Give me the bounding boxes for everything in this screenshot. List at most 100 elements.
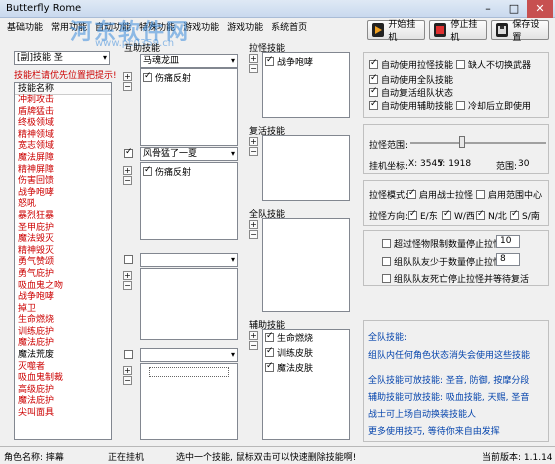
- skill-list-item[interactable]: 精神屏障: [15, 165, 111, 177]
- close-button[interactable]: ✕: [527, 0, 553, 18]
- team-skill-list[interactable]: [262, 218, 350, 312]
- checkbox[interactable]: [407, 188, 416, 199]
- skill-list-item[interactable]: 战争咆哮: [15, 292, 111, 304]
- aux-skill-item[interactable]: 魔法皮肤: [263, 360, 349, 375]
- pull-mode-center[interactable]: 启用范围中心: [476, 188, 542, 201]
- auto-revive-option[interactable]: 自动复活组队状态: [369, 86, 453, 99]
- aux-skill-list[interactable]: 生命燃烧 训练皮肤 魔法皮肤: [262, 329, 350, 440]
- aux-skill-item[interactable]: 生命燃烧: [263, 330, 349, 345]
- pull-remove[interactable]: −: [249, 64, 258, 73]
- limit-monsters[interactable]: 超过怪物限制数量停止拉怪: [382, 237, 502, 250]
- skill-list-item[interactable]: 尖叫面具: [15, 408, 111, 420]
- skill-list-item[interactable]: 灭噬者: [15, 362, 111, 374]
- aux-skill-item[interactable]: 训练皮肤: [263, 345, 349, 360]
- dir-east[interactable]: E/东: [408, 209, 438, 222]
- skill-filter-select[interactable]: [副]技能 圣: [14, 51, 110, 65]
- skill-list-item[interactable]: 精神领域: [15, 130, 111, 142]
- dir-south[interactable]: S/南: [510, 209, 540, 222]
- limit-team-input[interactable]: 8: [496, 253, 520, 266]
- aux-remove[interactable]: −: [249, 341, 258, 350]
- combo-list-1[interactable]: 伤痛反射: [140, 68, 238, 146]
- skill-list-item[interactable]: 勇气赞颂: [15, 257, 111, 269]
- combo-item-1[interactable]: 伤痛反射: [141, 69, 237, 86]
- skill-list-item[interactable]: 魔法庇护: [15, 396, 111, 408]
- skill-list-item[interactable]: 吸血鬼制裁: [15, 373, 111, 385]
- start-button[interactable]: 开始挂机: [367, 20, 425, 43]
- skill-list-item[interactable]: 勇气庇护: [15, 269, 111, 281]
- checkbox[interactable]: [382, 257, 391, 266]
- skill-list-item[interactable]: 魔法庇护: [15, 338, 111, 350]
- dir-west[interactable]: W/西: [442, 209, 475, 222]
- save-button[interactable]: 保存设置: [491, 20, 549, 43]
- revive-add[interactable]: +: [249, 137, 258, 146]
- skill-list-item[interactable]: 魔法毁灭: [15, 234, 111, 246]
- combo-add-3[interactable]: +: [123, 271, 132, 280]
- checkbox[interactable]: [265, 55, 274, 66]
- combo-list-4[interactable]: [140, 363, 238, 440]
- limit-team[interactable]: 组队队友少于数量停止拉怪: [382, 255, 502, 268]
- limit-monsters-input[interactable]: 10: [496, 235, 520, 248]
- pull-skill-item[interactable]: 战争咆哮: [263, 53, 349, 70]
- checkbox[interactable]: [265, 331, 274, 342]
- combo-remove-4[interactable]: −: [123, 376, 132, 385]
- skill-list-item[interactable]: 掉卫: [15, 304, 111, 316]
- checkbox[interactable]: [382, 239, 391, 248]
- aux-add[interactable]: +: [249, 331, 258, 340]
- skill-list-item[interactable]: 怒吼: [15, 199, 111, 211]
- combo-add-2[interactable]: +: [123, 166, 132, 175]
- auto-pull-option[interactable]: 自动使用拉怪技能: [369, 58, 453, 71]
- checkbox[interactable]: [369, 99, 378, 110]
- no-switch-option[interactable]: 缺人不切换武器: [456, 58, 531, 71]
- maximize-button[interactable]: □: [501, 0, 527, 18]
- combo-select-1[interactable]: 马魂龙皿: [140, 54, 238, 68]
- checkbox[interactable]: [265, 346, 274, 357]
- skill-list-item[interactable]: 宽志领域: [15, 141, 111, 153]
- auto-team-option[interactable]: 自动使用全队技能: [369, 73, 453, 86]
- menu-item-basic[interactable]: 基础功能: [6, 20, 44, 33]
- team-add[interactable]: +: [249, 220, 258, 229]
- stop-button[interactable]: 停止挂机: [429, 20, 487, 43]
- skill-list-item[interactable]: 高级庇护: [15, 385, 111, 397]
- checkbox[interactable]: [456, 60, 465, 69]
- menu-item-home[interactable]: 系统首页: [270, 20, 308, 33]
- skill-list-item[interactable]: 战争咆哮: [15, 188, 111, 200]
- checkbox[interactable]: [408, 209, 417, 220]
- combo-select-3[interactable]: [140, 253, 238, 267]
- checkbox[interactable]: [369, 58, 378, 69]
- skill-list-item[interactable]: 圣甲庇护: [15, 223, 111, 235]
- checkbox[interactable]: [442, 209, 451, 220]
- combo-remove-3[interactable]: −: [123, 281, 132, 290]
- pull-mode-warrior[interactable]: 启用战士拉怪: [407, 188, 473, 201]
- skill-list-item[interactable]: 魔法荒废: [15, 350, 111, 362]
- checkbox[interactable]: [265, 361, 274, 372]
- minimize-button[interactable]: –: [475, 0, 501, 18]
- checkbox[interactable]: [456, 101, 465, 110]
- checkbox[interactable]: [369, 73, 378, 84]
- combo-check-2[interactable]: [124, 147, 133, 159]
- combo-list-3[interactable]: [140, 268, 238, 340]
- checkbox[interactable]: [476, 209, 485, 220]
- combo-add-1[interactable]: +: [123, 72, 132, 81]
- range-slider-thumb[interactable]: [459, 136, 466, 148]
- combo-check-3[interactable]: [124, 255, 133, 265]
- pull-skill-list[interactable]: 战争咆哮: [262, 52, 350, 118]
- combo-item-2[interactable]: 伤痛反射: [141, 163, 237, 180]
- checkbox[interactable]: [382, 274, 391, 283]
- skill-list[interactable]: 技能名称 冲刺攻击 盾牌猛击 终极领域 精神领域 宽志领域 魔法屏障 精神屏障 伤害回馈 战争咆…: [14, 82, 112, 440]
- combo-check-4[interactable]: [124, 350, 133, 360]
- revive-remove[interactable]: −: [249, 147, 258, 156]
- skill-list-item[interactable]: 冲刺攻击: [15, 95, 111, 107]
- skill-list-item[interactable]: 盾牌猛击: [15, 107, 111, 119]
- menu-item-game-2[interactable]: 游戏功能: [226, 20, 264, 33]
- skill-list-item[interactable]: 暴烈狂暴: [15, 211, 111, 223]
- skill-list-item[interactable]: 魔法屏障: [15, 153, 111, 165]
- combo-select-2[interactable]: 风骨猛了一夏: [140, 147, 238, 161]
- combo-remove-2[interactable]: −: [123, 176, 132, 185]
- dir-north[interactable]: N/北: [476, 209, 507, 222]
- checkbox[interactable]: [510, 209, 519, 220]
- skill-list-item[interactable]: 生命燃烧: [15, 315, 111, 327]
- combo-add-4[interactable]: +: [123, 366, 132, 375]
- skill-list-item[interactable]: 训练庇护: [15, 327, 111, 339]
- checkbox[interactable]: [143, 71, 152, 82]
- revive-skill-list[interactable]: [262, 135, 350, 201]
